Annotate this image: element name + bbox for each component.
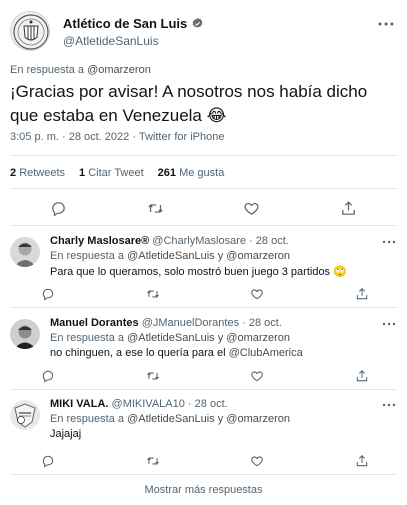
- reply-actions-bar: [40, 287, 370, 301]
- meta-separator: ·: [61, 131, 69, 143]
- meta-separator: ·: [249, 235, 256, 247]
- tweet-text: ¡Gracias por avisar! A nosotros nos habí…: [10, 82, 368, 125]
- show-more-replies-link[interactable]: Mostrar más respuestas: [0, 484, 407, 496]
- more-dots-icon[interactable]: [381, 236, 397, 248]
- reply-handles-link[interactable]: @AtletideSanLuis y @omarzeron: [127, 332, 290, 344]
- reply-icon[interactable]: [40, 287, 56, 301]
- more-dots-icon[interactable]: [381, 318, 397, 330]
- reply-date[interactable]: 28 oct.: [256, 235, 289, 247]
- reply-context: En respuesta a @AtletideSanLuis y @omarz…: [50, 250, 290, 262]
- reply-prefix: En respuesta a: [10, 64, 84, 76]
- reply-context: En respuesta a @omarzeron: [10, 64, 151, 76]
- avatar[interactable]: [10, 237, 40, 267]
- likes-count: 261: [157, 167, 177, 179]
- divider: [10, 307, 397, 308]
- retweet-icon[interactable]: [145, 454, 161, 468]
- reply-text: no chinguen, a ese lo quería para el @Cl…: [50, 347, 303, 359]
- retweets-stat[interactable]: 2 Retweets: [10, 167, 65, 179]
- tweet-date[interactable]: 28 oct. 2022: [69, 131, 130, 143]
- author-handle[interactable]: @AtletideSanLuis: [63, 34, 159, 48]
- reply-header: Charly Maslosare® @CharlyMaslosare · 28 …: [50, 235, 370, 247]
- retweets-label: Retweets: [19, 167, 66, 179]
- reply-author-name[interactable]: MIKI VALA.: [50, 398, 108, 410]
- reply-prefix: En respuesta a: [50, 413, 124, 425]
- heart-icon[interactable]: [249, 369, 265, 383]
- tweet-time[interactable]: 3:05 p. m.: [10, 131, 59, 143]
- divider: [10, 389, 397, 390]
- author-avatar[interactable]: [10, 11, 50, 51]
- meta-separator: ·: [242, 317, 249, 329]
- reply-actions-bar: [40, 454, 370, 468]
- share-icon[interactable]: [354, 287, 370, 301]
- divider: [10, 155, 397, 156]
- reply-text: Para que lo queramos, solo mostró buen j…: [50, 266, 347, 278]
- reply-actions-bar: [40, 369, 370, 383]
- likes-label: Me gusta: [179, 167, 225, 179]
- share-icon[interactable]: [337, 198, 361, 218]
- reply-date[interactable]: 28 oct.: [195, 398, 228, 410]
- reply-date[interactable]: 28 oct.: [249, 317, 282, 329]
- reply-context: En respuesta a @AtletideSanLuis y @omarz…: [50, 332, 290, 344]
- reply-text-body: no chinguen, a ese lo quería para el: [50, 347, 229, 359]
- meta-separator: ·: [187, 398, 195, 410]
- share-icon[interactable]: [354, 454, 370, 468]
- heart-icon[interactable]: [240, 198, 264, 218]
- retweets-count: 2: [10, 167, 17, 179]
- reply-icon[interactable]: [46, 198, 70, 218]
- reply-tweet[interactable]: MIKI VALA. @MIKIVALA10 · 28 oct. En resp…: [10, 398, 397, 470]
- tweet-source[interactable]: Twitter for iPhone: [139, 131, 225, 143]
- reply-header: Manuel Dorantes @JManuelDorantes · 28 oc…: [50, 317, 370, 329]
- retweet-icon[interactable]: [145, 287, 161, 301]
- quotes-stat[interactable]: 1 Citar Tweet: [79, 167, 144, 179]
- reply-header: MIKI VALA. @MIKIVALA10 · 28 oct.: [50, 398, 370, 410]
- reply-icon[interactable]: [40, 454, 56, 468]
- reply-context: En respuesta a @AtletideSanLuis y @omarz…: [50, 413, 290, 425]
- retweet-icon[interactable]: [143, 198, 167, 218]
- author-name[interactable]: Atlético de San Luis: [63, 16, 187, 31]
- tweet-meta: 3:05 p. m. · 28 oct. 2022 · Twitter for …: [10, 131, 224, 143]
- retweet-icon[interactable]: [145, 369, 161, 383]
- reply-prefix: En respuesta a: [50, 250, 124, 262]
- more-dots-icon[interactable]: [375, 16, 397, 32]
- divider: [10, 188, 397, 189]
- mention-link[interactable]: @ClubAmerica: [229, 347, 303, 359]
- reply-tweet[interactable]: Charly Maslosare® @CharlyMaslosare · 28 …: [10, 235, 397, 307]
- verified-badge-icon: [191, 17, 204, 30]
- share-icon[interactable]: [354, 369, 370, 383]
- heart-icon[interactable]: [249, 287, 265, 301]
- main-tweet-header: Atlético de San Luis @AtletideSanLuis: [10, 10, 397, 54]
- avatar[interactable]: [10, 319, 40, 349]
- divider: [10, 474, 397, 475]
- avatar[interactable]: [10, 400, 40, 430]
- reply-author-handle[interactable]: @JManuelDorantes: [142, 317, 239, 329]
- main-actions-bar: [10, 198, 397, 218]
- reply-text: Jajajaj: [50, 428, 82, 440]
- quotes-count: 1: [79, 167, 86, 179]
- reply-handles-link[interactable]: @AtletideSanLuis y @omarzeron: [127, 413, 290, 425]
- reply-author-name[interactable]: Charly Maslosare®: [50, 235, 149, 247]
- quotes-label: Citar Tweet: [88, 167, 144, 179]
- reply-author-handle[interactable]: @MIKIVALA10: [112, 398, 185, 410]
- reply-author-handle[interactable]: @CharlyMaslosare: [152, 235, 246, 247]
- heart-icon[interactable]: [249, 454, 265, 468]
- more-dots-icon[interactable]: [381, 399, 397, 411]
- likes-stat[interactable]: 261 Me gusta: [158, 167, 225, 179]
- tweet-stats: 2 Retweets 1 Citar Tweet 261 Me gusta: [10, 167, 224, 179]
- reply-handle-link[interactable]: @omarzeron: [87, 64, 151, 76]
- reply-prefix: En respuesta a: [50, 332, 124, 344]
- reply-tweet[interactable]: Manuel Dorantes @JManuelDorantes · 28 oc…: [10, 317, 397, 389]
- reply-icon[interactable]: [40, 369, 56, 383]
- reply-author-name[interactable]: Manuel Dorantes: [50, 317, 139, 329]
- reply-handles-link[interactable]: @AtletideSanLuis y @omarzeron: [127, 250, 290, 262]
- divider: [10, 225, 397, 226]
